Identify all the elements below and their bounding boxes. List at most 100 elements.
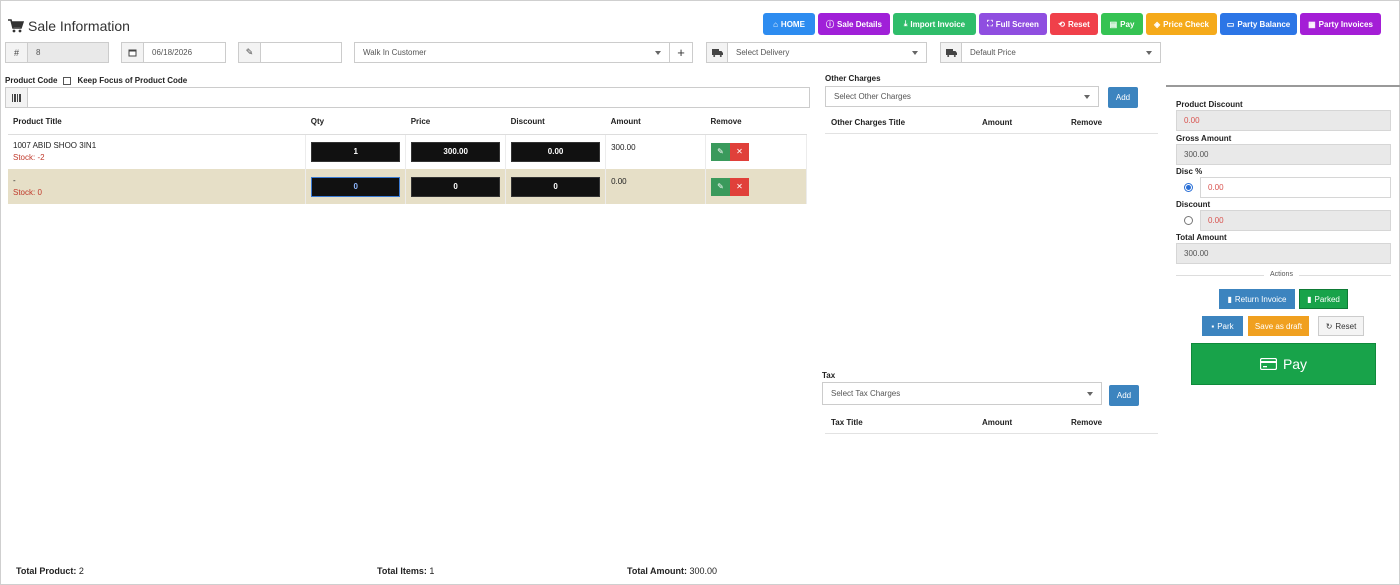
footer-total-amount: Total Amount: 300.00 [627,566,717,576]
toolbar-button-label: Import Invoice [910,19,966,29]
add-other-charge-button[interactable]: Add [1108,87,1138,108]
product-table: Product Title Qty Price Discount Amount … [8,110,807,204]
disc-pct-label: Disc % [1176,167,1203,176]
actions-label: Actions [1264,271,1299,278]
total-amount-label: Total Amount [1176,233,1227,242]
discount-label: Discount [1176,200,1211,209]
col-amount: Amount [605,110,706,135]
edit-row-button[interactable]: ✎ [711,177,730,196]
file-icon: ▮ [1227,294,1232,304]
hash-icon: # [6,43,28,62]
discount-input[interactable]: 0 [511,176,601,197]
product-discount-label: Product Discount [1176,100,1243,109]
product-stock: Stock: 0 [13,188,42,197]
pay-button[interactable]: ▤ Pay [1101,13,1143,35]
price-input[interactable]: 300.00 [411,141,501,162]
keep-focus-label: Keep Focus of Product Code [77,76,188,85]
truck-icon [940,42,962,63]
sale-details-button[interactable]: ⓘ Sale Details [818,13,890,35]
invoice-number-field[interactable]: 8 [28,43,108,62]
amount-value: 0.00 [611,177,627,186]
invoice-number-group: # 8 [5,42,109,63]
radio-checked-icon [1183,183,1193,192]
discount-field[interactable]: 0.00 [1200,210,1391,231]
product-code-input[interactable] [28,88,809,107]
party-balance-button[interactable]: ▭ Party Balance [1220,13,1297,35]
pay-button[interactable]: Pay [1191,343,1376,385]
reset-button[interactable]: ↻ Reset [1318,316,1364,336]
toolbar-button-label: Pay [1120,19,1135,29]
tax-table-header: Tax Title Amount Remove [825,411,1158,434]
save-draft-button[interactable]: Save as draft [1248,316,1309,336]
toolbar-button-label: HOME [780,19,805,29]
toolbar-button-label: Party Invoices [1318,19,1373,29]
edit-icon: ✎ [717,147,724,157]
return-invoice-label: Return Invoice [1234,294,1287,304]
product-title: 1007 ABID SHOO 3IN1 [13,141,97,151]
toolbar-button-label: Party Balance [1237,19,1291,29]
remove-row-button[interactable]: ✕ [730,177,749,196]
total-amount-field[interactable]: 300.00 [1176,243,1391,264]
footer-total-items: Total Items: 1 [377,566,434,576]
product-code-label-row: Product Code Keep Focus of Product Code [5,76,187,85]
table-row[interactable]: 1007 ABID SHOO 3IN1 Stock: -2 1 300.00 0… [8,134,807,169]
col-price: Price [405,110,506,135]
col-product-title: Product Title [8,110,306,135]
edit-row-button[interactable]: ✎ [711,142,730,161]
reset-button[interactable]: ⟲ Reset [1050,13,1098,35]
tag-icon: ◈ [1154,19,1161,29]
keep-focus-checkbox[interactable] [63,76,72,85]
parked-button[interactable]: ▮ Parked [1299,289,1348,309]
product-title: - [13,176,16,185]
product-discount-field[interactable]: 0.00 [1176,110,1391,131]
truck-icon [706,42,728,63]
other-charges-select[interactable]: Select Other Charges [825,86,1099,107]
chevron-down-icon [1146,50,1152,55]
full-screen-button[interactable]: ⛶ Full Screen [979,13,1047,35]
total-items-value: 1 [429,566,435,576]
barcode-icon [6,88,28,107]
note-field[interactable] [261,43,341,62]
other-charges-label: Other Charges [825,74,881,83]
return-invoice-button[interactable]: ▮ Return Invoice [1219,289,1295,309]
park-button[interactable]: ▪ Park [1202,316,1243,336]
toolbar-button-label: Reset [1067,19,1090,29]
col-other-charges-remove: Remove [1071,118,1103,127]
other-charges-table-header: Other Charges Title Amount Remove [825,112,1158,134]
customer-select[interactable]: Walk In Customer [354,42,670,63]
note-group: ✎ [238,42,342,63]
radio-unchecked-icon [1183,216,1193,225]
discount-radio[interactable] [1176,210,1200,231]
col-remove: Remove [705,110,807,135]
calendar-icon [122,43,144,62]
footer-total-product: Total Product: 2 [16,566,84,576]
gross-amount-field[interactable]: 300.00 [1176,144,1391,165]
date-field[interactable]: 06/18/2026 [144,43,225,62]
pay-label: Pay [1282,356,1308,372]
price-input[interactable]: 0 [411,176,501,197]
add-customer-button[interactable]: + [670,42,693,63]
add-tax-button[interactable]: Add [1109,385,1139,406]
tax-label: Tax [822,371,836,380]
home-button[interactable]: ⌂ HOME [763,13,815,35]
qty-input[interactable]: 1 [311,141,401,162]
amount-value: 300.00 [611,142,636,152]
price-type-select[interactable]: Default Price [962,42,1161,63]
product-code-label: Product Code [5,76,58,85]
col-tax-amount: Amount [982,417,1013,427]
pencil-icon: ✎ [239,43,261,62]
product-code-group [5,87,810,108]
total-product-label: Total Product: [16,566,77,576]
remove-row-button[interactable]: ✕ [730,142,749,161]
import-invoice-button[interactable]: ⤓ Import Invoice [893,13,976,35]
tax-select[interactable]: Select Tax Charges [822,382,1102,405]
qty-input[interactable]: 0 [311,176,401,197]
disc-pct-radio[interactable] [1176,177,1200,198]
delivery-select[interactable]: Select Delivery [728,42,927,63]
disc-pct-field[interactable]: 0.00 [1200,177,1391,198]
col-other-charges-amount: Amount [982,118,1013,127]
discount-input[interactable]: 0.00 [511,141,601,162]
table-row[interactable]: - Stock: 0 0 0 0 0.00 ✎ ✕ [8,169,807,204]
price-check-button[interactable]: ◈ Price Check [1146,13,1217,35]
party-invoices-button[interactable]: ▦ Party Invoices [1300,13,1381,35]
